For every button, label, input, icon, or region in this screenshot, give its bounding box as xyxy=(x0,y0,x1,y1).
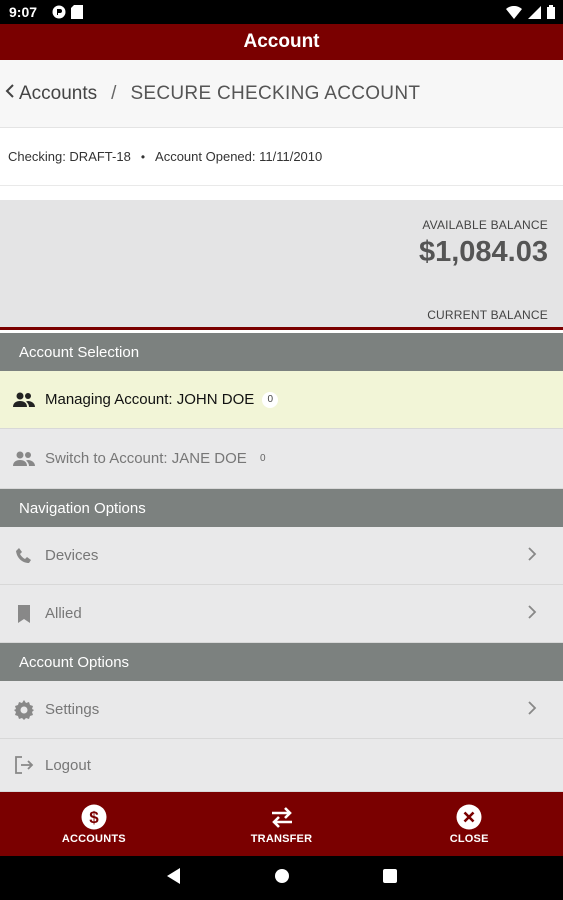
section-title: Account Selection xyxy=(19,343,140,361)
wifi-icon xyxy=(506,5,522,24)
spacer xyxy=(0,186,563,200)
status-time: 9:07 xyxy=(9,4,38,20)
section-header-account-selection: Account Selection xyxy=(0,333,563,371)
sd-card-icon xyxy=(71,5,83,24)
status-bar: 9:07 xyxy=(0,0,563,24)
section-header-navigation-options: Navigation Options xyxy=(0,489,563,527)
chevron-right-icon xyxy=(527,604,537,624)
bookmark-icon xyxy=(12,602,36,626)
breadcrumb-current: SECURE CHECKING ACCOUNT xyxy=(130,82,421,104)
transfer-button[interactable]: TRANSFER xyxy=(188,792,376,856)
transfer-arrows-icon xyxy=(269,804,295,830)
recents-square-icon[interactable] xyxy=(382,868,397,888)
nav-item-devices[interactable]: Devices xyxy=(0,527,563,585)
checking-number: Checking: DRAFT-18 xyxy=(8,149,131,164)
back-triangle-icon[interactable] xyxy=(166,867,181,889)
bottom-nav: $ ACCOUNTS TRANSFER CLOSE xyxy=(0,792,563,856)
page-title: Account xyxy=(243,31,320,52)
nav-item-label: Allied xyxy=(45,605,82,622)
option-item-label: Settings xyxy=(45,701,100,718)
nav-item-label: Devices xyxy=(45,547,99,564)
people-icon xyxy=(12,447,36,471)
nav-label: TRANSFER xyxy=(250,832,313,845)
close-circle-icon xyxy=(456,804,482,830)
breadcrumb: Accounts / SECURE CHECKING ACCOUNT xyxy=(0,60,563,128)
nav-label: CLOSE xyxy=(449,832,489,845)
section-header-account-options: Account Options xyxy=(0,643,563,681)
system-nav-bar xyxy=(0,856,563,900)
balance-panel: AVAILABLE BALANCE $1,084.03 CURRENT BALA… xyxy=(0,200,563,330)
breadcrumb-back-link[interactable]: Accounts xyxy=(5,83,97,105)
nav-label: ACCOUNTS xyxy=(61,832,126,845)
people-icon xyxy=(12,388,36,412)
app-header: Account xyxy=(0,24,563,60)
chevron-right-icon xyxy=(527,546,537,566)
section-title: Account Options xyxy=(19,653,130,671)
option-item-settings[interactable]: Settings xyxy=(0,681,563,739)
breadcrumb-accounts-label: Accounts xyxy=(19,82,98,104)
accounts-button[interactable]: $ ACCOUNTS xyxy=(0,792,188,856)
close-button[interactable]: CLOSE xyxy=(375,792,563,856)
chevron-left-icon xyxy=(5,83,19,105)
gear-icon xyxy=(12,698,36,722)
svg-text:$: $ xyxy=(89,808,99,827)
breadcrumb-separator: / xyxy=(111,82,117,104)
battery-icon xyxy=(547,5,555,24)
current-balance-label: CURRENT BALANCE xyxy=(427,308,548,322)
logout-icon xyxy=(12,753,36,777)
dollar-circle-icon: $ xyxy=(81,804,107,830)
chevron-right-icon xyxy=(527,700,537,720)
home-circle-icon[interactable] xyxy=(274,868,290,889)
account-meta: Checking: DRAFT-18 • Account Opened: 11/… xyxy=(0,128,563,186)
count-badge: 0 xyxy=(259,453,266,464)
meta-separator: • xyxy=(140,149,146,164)
available-balance-label: AVAILABLE BALANCE xyxy=(422,218,548,232)
available-balance-amount: $1,084.03 xyxy=(418,236,548,268)
count-badge: 0 xyxy=(262,391,279,408)
phone-icon xyxy=(12,544,36,568)
option-item-label: Logout xyxy=(45,756,91,774)
option-item-logout[interactable]: Logout xyxy=(0,739,563,792)
nav-item-allied[interactable]: Allied xyxy=(0,585,563,643)
account-selection-item-jane-doe[interactable]: Switch to Account: JANE DOE 0 xyxy=(0,429,563,489)
account-selection-item-john-doe[interactable]: Managing Account: JOHN DOE 0 xyxy=(0,371,563,429)
account-selection-label: Managing Account: JOHN DOE xyxy=(45,391,255,408)
section-title: Navigation Options xyxy=(19,499,146,517)
account-selection-label: Switch to Account: JANE DOE xyxy=(45,450,247,467)
account-opened-date: Account Opened: 11/11/2010 xyxy=(155,149,323,164)
signal-icon xyxy=(528,5,541,24)
google-play-protect-icon xyxy=(52,5,66,24)
